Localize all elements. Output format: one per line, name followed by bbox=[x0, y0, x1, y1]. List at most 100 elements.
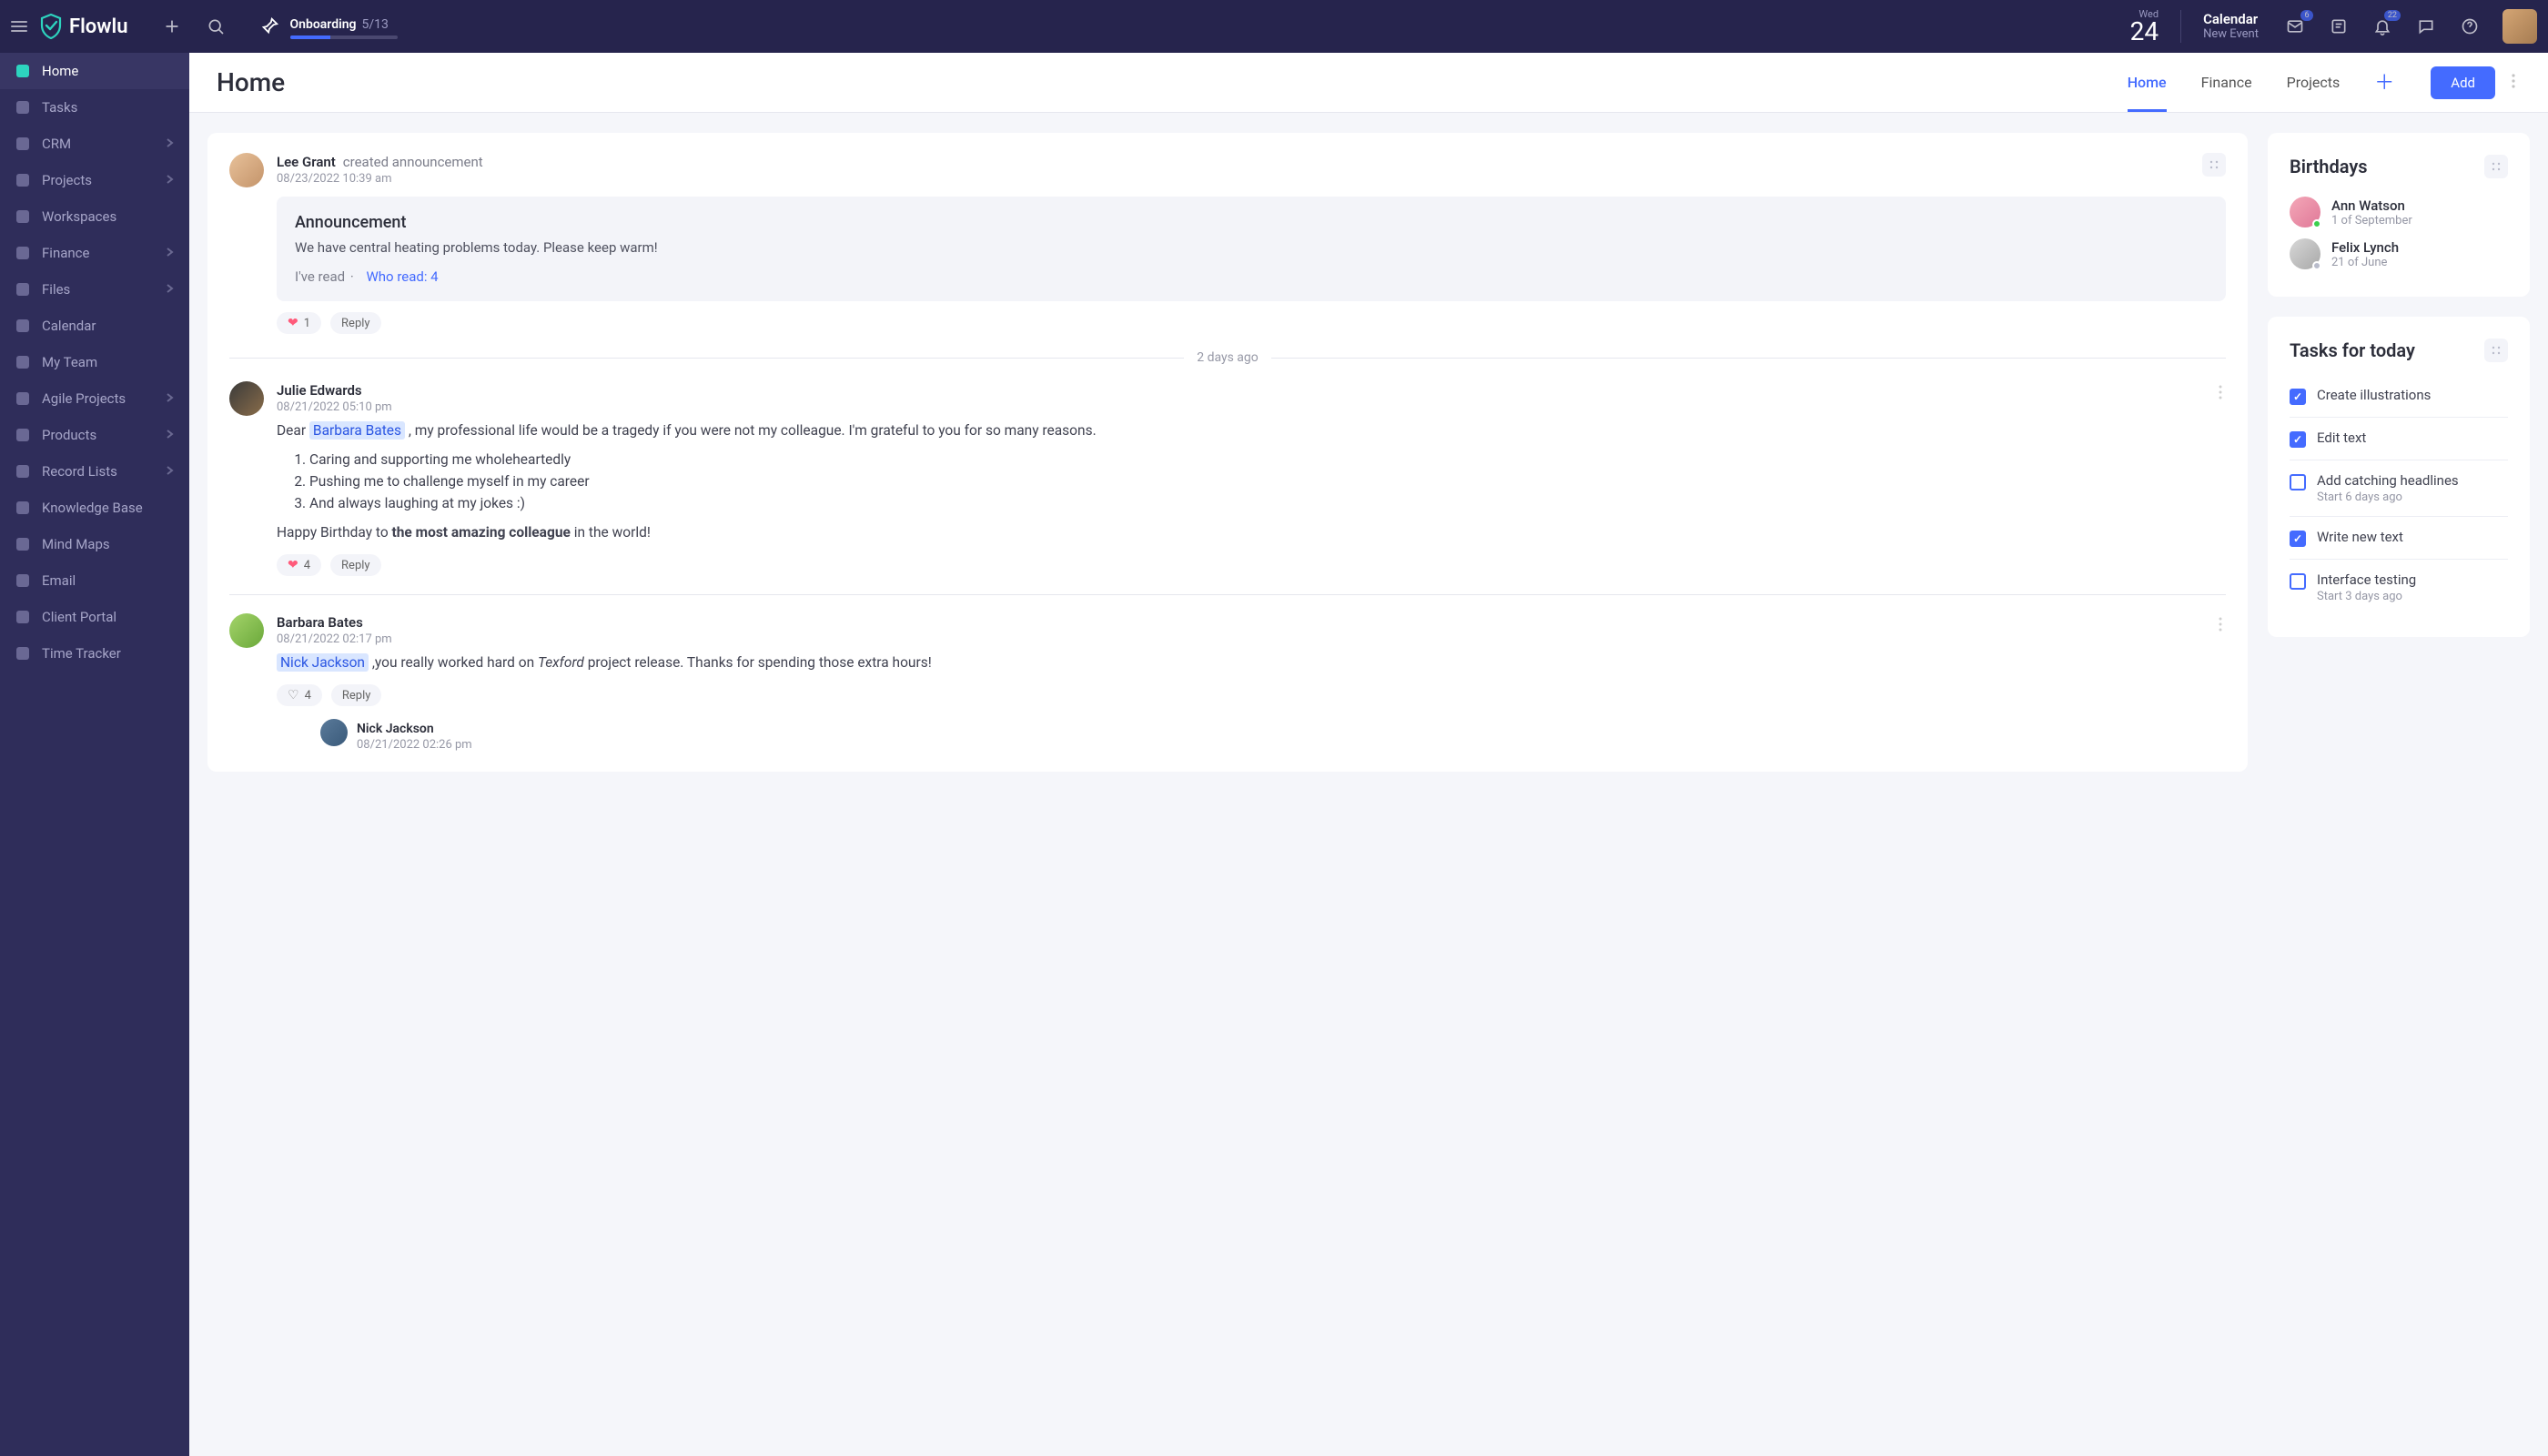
post-more-icon[interactable] bbox=[2215, 613, 2226, 639]
task-item[interactable]: Interface testingStart 3 days ago bbox=[2290, 559, 2508, 615]
sidebar-item-knowledge-base[interactable]: Knowledge Base bbox=[0, 490, 189, 526]
post-more-icon[interactable] bbox=[2215, 381, 2226, 407]
presence-dot bbox=[2312, 219, 2321, 228]
sidebar-item-projects[interactable]: Projects bbox=[0, 162, 189, 198]
tab-finance[interactable]: Finance bbox=[2201, 74, 2252, 112]
add-button[interactable]: Add bbox=[2431, 66, 2495, 99]
drag-handle-icon[interactable] bbox=[2202, 153, 2226, 177]
sidebar-item-client-portal[interactable]: Client Portal bbox=[0, 599, 189, 635]
brand-logo[interactable]: Flowlu bbox=[40, 14, 128, 39]
sidebar-item-time-tracker[interactable]: Time Tracker bbox=[0, 635, 189, 672]
nav-icon bbox=[15, 172, 31, 188]
nav-icon bbox=[15, 99, 31, 116]
task-item[interactable]: Edit text bbox=[2290, 417, 2508, 460]
sidebar-item-crm[interactable]: CRM bbox=[0, 126, 189, 162]
reply-author[interactable]: Nick Jackson bbox=[357, 722, 434, 736]
tasks-widget: Tasks for today Create illustrationsEdit… bbox=[2268, 317, 2530, 637]
sidebar-item-home[interactable]: Home bbox=[0, 53, 189, 89]
tab-projects[interactable]: Projects bbox=[2287, 74, 2341, 112]
nav-icon bbox=[15, 572, 31, 589]
add-tab-button[interactable]: ＋ bbox=[2374, 66, 2394, 112]
notifications-button[interactable]: 22 bbox=[2364, 8, 2401, 45]
feed-post: Julie Edwards 08/21/2022 05:10 pm Dear B… bbox=[229, 381, 2226, 576]
sidebar-item-products[interactable]: Products bbox=[0, 417, 189, 453]
date-widget[interactable]: Wed 24 bbox=[2130, 9, 2159, 45]
reply-button[interactable]: Reply bbox=[330, 554, 381, 576]
nav-icon bbox=[15, 645, 31, 662]
sidebar-item-tasks[interactable]: Tasks bbox=[0, 89, 189, 126]
nav-icon bbox=[15, 536, 31, 552]
page-header: Home Home Finance Projects ＋ Add bbox=[189, 53, 2548, 113]
search-button[interactable] bbox=[197, 8, 234, 45]
birthday-item[interactable]: Felix Lynch21 of June bbox=[2290, 233, 2508, 275]
calendar-widget[interactable]: Calendar New Event bbox=[2203, 11, 2259, 42]
task-checkbox[interactable] bbox=[2290, 474, 2306, 490]
page-more-icon[interactable] bbox=[2506, 68, 2521, 97]
like-button[interactable]: ♡4 bbox=[277, 684, 322, 706]
avatar[interactable] bbox=[320, 719, 348, 746]
task-checkbox[interactable] bbox=[2290, 531, 2306, 547]
post-time: 08/23/2022 10:39 am bbox=[277, 172, 2202, 186]
who-read-link[interactable]: Who read: 4 bbox=[366, 268, 438, 285]
task-checkbox[interactable] bbox=[2290, 573, 2306, 590]
task-item[interactable]: Write new text bbox=[2290, 516, 2508, 559]
tab-home[interactable]: Home bbox=[2128, 74, 2167, 112]
menu-toggle-icon[interactable] bbox=[11, 21, 27, 32]
post-author[interactable]: Barbara Bates bbox=[277, 614, 363, 631]
like-button[interactable]: ❤1 bbox=[277, 312, 321, 334]
calendar-label: Calendar bbox=[2203, 11, 2259, 27]
mention[interactable]: Barbara Bates bbox=[309, 421, 405, 440]
drag-handle-icon[interactable] bbox=[2484, 155, 2508, 178]
nav-icon bbox=[15, 427, 31, 443]
sidebar-item-workspaces[interactable]: Workspaces bbox=[0, 198, 189, 235]
post-author[interactable]: Julie Edwards bbox=[277, 382, 362, 399]
drag-handle-icon[interactable] bbox=[2484, 339, 2508, 362]
help-button[interactable] bbox=[2452, 8, 2488, 45]
user-avatar[interactable] bbox=[2502, 9, 2537, 44]
inbox-button[interactable]: 6 bbox=[2277, 8, 2313, 45]
notes-button[interactable] bbox=[2320, 8, 2357, 45]
post-time: 08/21/2022 05:10 pm bbox=[277, 400, 2215, 414]
sidebar: HomeTasksCRMProjectsWorkspacesFinanceFil… bbox=[0, 53, 189, 1456]
avatar[interactable] bbox=[229, 613, 264, 648]
mention[interactable]: Nick Jackson bbox=[277, 653, 369, 672]
task-checkbox[interactable] bbox=[2290, 431, 2306, 448]
new-item-button[interactable] bbox=[154, 8, 190, 45]
avatar[interactable] bbox=[229, 153, 264, 187]
task-item[interactable]: Create illustrations bbox=[2290, 375, 2508, 417]
notifications-badge: 22 bbox=[2384, 10, 2401, 21]
page-title: Home bbox=[217, 67, 285, 97]
announcement-body: We have central heating problems today. … bbox=[295, 239, 2208, 256]
reply-time: 08/21/2022 02:26 pm bbox=[357, 738, 472, 752]
sidebar-item-calendar[interactable]: Calendar bbox=[0, 308, 189, 344]
sidebar-item-finance[interactable]: Finance bbox=[0, 235, 189, 271]
sidebar-item-my-team[interactable]: My Team bbox=[0, 344, 189, 380]
like-button[interactable]: ❤4 bbox=[277, 554, 321, 576]
nav-icon bbox=[15, 609, 31, 625]
sidebar-item-mind-maps[interactable]: Mind Maps bbox=[0, 526, 189, 562]
sidebar-item-record-lists[interactable]: Record Lists bbox=[0, 453, 189, 490]
birthday-item[interactable]: Ann Watson1 of September bbox=[2290, 191, 2508, 233]
sidebar-item-email[interactable]: Email bbox=[0, 562, 189, 599]
nav-icon bbox=[15, 136, 31, 152]
sidebar-item-files[interactable]: Files bbox=[0, 271, 189, 308]
avatar[interactable] bbox=[229, 381, 264, 416]
task-checkbox[interactable] bbox=[2290, 389, 2306, 405]
nav-icon bbox=[15, 208, 31, 225]
ive-read-label[interactable]: I've read bbox=[295, 268, 345, 285]
topbar: Flowlu Onboarding5/13 Wed 24 Calendar Ne… bbox=[0, 0, 2548, 53]
nav-icon bbox=[15, 354, 31, 370]
reply-button[interactable]: Reply bbox=[330, 312, 381, 334]
announcement-title: Announcement bbox=[295, 213, 2208, 232]
chat-button[interactable] bbox=[2408, 8, 2444, 45]
onboarding-widget[interactable]: Onboarding5/13 bbox=[259, 15, 398, 39]
post-author[interactable]: Lee Grant bbox=[277, 154, 336, 170]
chevron-right-icon bbox=[164, 172, 175, 188]
task-item[interactable]: Add catching headlinesStart 6 days ago bbox=[2290, 460, 2508, 516]
reply-button[interactable]: Reply bbox=[331, 684, 382, 706]
date-num: 24 bbox=[2130, 19, 2159, 45]
sidebar-item-agile-projects[interactable]: Agile Projects bbox=[0, 380, 189, 417]
pin-icon bbox=[259, 16, 279, 36]
nav-icon bbox=[15, 245, 31, 261]
announcement-box: Announcement We have central heating pro… bbox=[277, 197, 2226, 301]
